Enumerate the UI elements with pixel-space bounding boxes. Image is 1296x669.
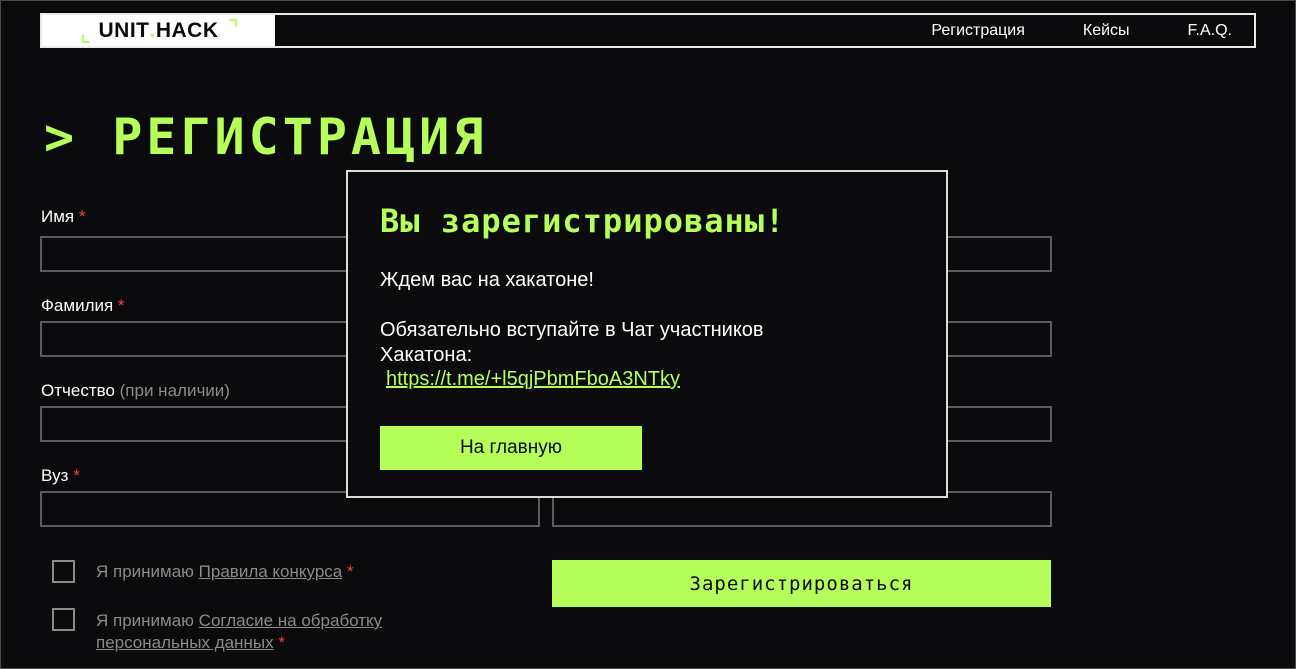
main-nav: Регистрация Кейсы F.A.Q.	[931, 15, 1232, 46]
name-label: Имя *	[41, 207, 86, 226]
logo[interactable]: UNIT. HACK	[42, 15, 275, 46]
consent-checkbox[interactable]	[52, 608, 75, 631]
rules-link[interactable]: Правила конкурса	[199, 562, 343, 581]
rules-checkbox-label: Я принимаю Правила конкурса *	[96, 562, 354, 581]
logo-text-unit: UNIT	[98, 18, 150, 42]
rules-checkbox[interactable]	[52, 560, 75, 583]
top-navigation-bar: UNIT. HACK Регистрация Кейсы F.A.Q.	[40, 13, 1256, 48]
home-button[interactable]: На главную	[380, 426, 642, 470]
consent-checkbox-label: Я принимаю Согласие на обработку персонал…	[96, 611, 383, 652]
patronymic-label: Отчество (при наличии)	[41, 381, 230, 400]
nav-link-faq[interactable]: F.A.Q.	[1188, 22, 1232, 40]
university-label: Вуз *	[41, 466, 80, 485]
modal-text-join-chat: Обязательно вступайте в Чат участников Ха…	[380, 319, 764, 366]
register-submit-button[interactable]: Зарегистрироваться	[552, 560, 1051, 607]
modal-title: Вы зарегистрированы!	[380, 202, 786, 240]
nav-link-cases[interactable]: Кейсы	[1083, 22, 1130, 40]
modal-text-wait: Ждем вас на хакатоне!	[380, 269, 594, 291]
logo-corner-decoration	[82, 35, 90, 43]
surname-label: Фамилия *	[41, 296, 125, 315]
logo-corner-decoration	[229, 19, 237, 27]
page-title: > РЕГИСТРАЦИЯ	[44, 108, 488, 166]
registration-success-modal: Вы зарегистрированы! Ждем вас на хакатон…	[346, 170, 948, 498]
nav-link-registration[interactable]: Регистрация	[931, 22, 1025, 40]
logo-text-hack: HACK	[155, 18, 219, 42]
telegram-chat-link[interactable]: https://t.me/+l5qjPbmFboA3NTky	[386, 368, 680, 391]
